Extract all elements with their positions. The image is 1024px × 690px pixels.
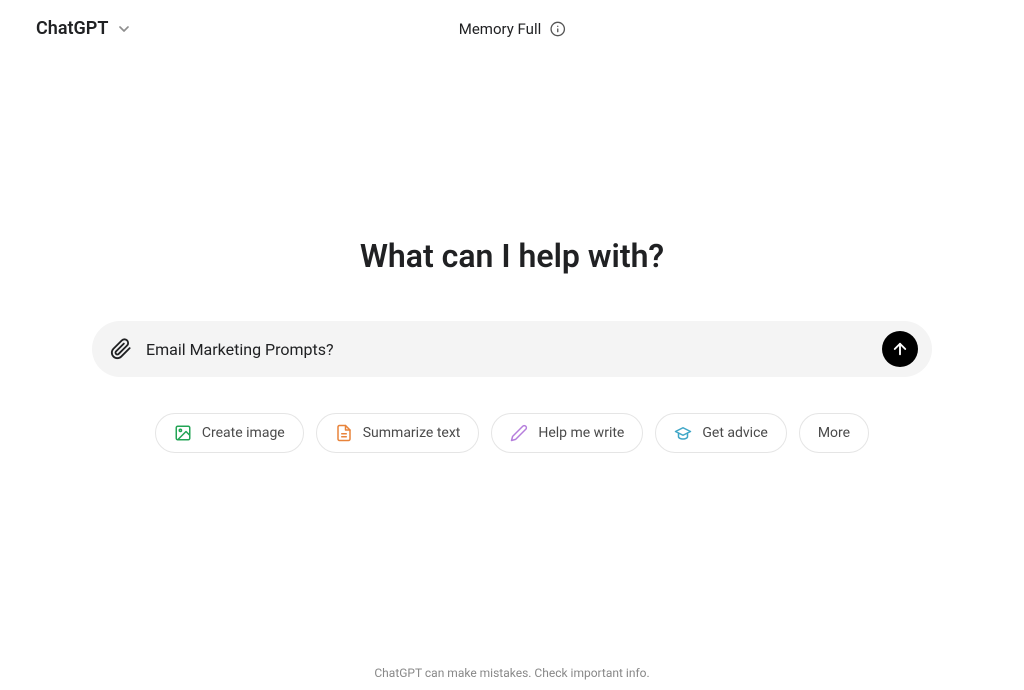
suggestion-create-image[interactable]: Create image [155,413,304,453]
suggestion-summarize-text[interactable]: Summarize text [316,413,480,453]
model-selector[interactable]: ChatGPT [36,18,132,39]
document-icon [335,424,353,442]
main-content: What can I help with? Create image Summa… [0,57,1024,453]
image-icon [174,424,192,442]
page-heading: What can I help with? [360,237,664,275]
attachment-icon[interactable] [110,338,132,360]
memory-status-label: Memory Full [459,20,542,38]
model-name-label: ChatGPT [36,18,108,39]
arrow-up-icon [891,340,909,358]
send-button[interactable] [882,331,918,367]
memory-status[interactable]: Memory Full [459,20,566,38]
suggestion-more[interactable]: More [799,413,869,453]
chevron-down-icon [116,21,132,37]
suggestion-label: Get advice [702,425,767,441]
info-icon [549,21,565,37]
footer-disclaimer: ChatGPT can make mistakes. Check importa… [0,666,1024,680]
suggestion-label: Create image [202,425,285,441]
prompt-input[interactable] [146,340,868,359]
suggestion-help-me-write[interactable]: Help me write [491,413,643,453]
suggestion-label: Help me write [538,425,624,441]
prompt-input-bar [92,321,932,377]
suggestion-label: More [818,425,850,441]
pencil-icon [510,424,528,442]
suggestion-chips: Create image Summarize text Help me writ… [155,413,869,453]
suggestion-label: Summarize text [363,425,461,441]
header: ChatGPT Memory Full [0,0,1024,57]
graduation-cap-icon [674,424,692,442]
suggestion-get-advice[interactable]: Get advice [655,413,786,453]
